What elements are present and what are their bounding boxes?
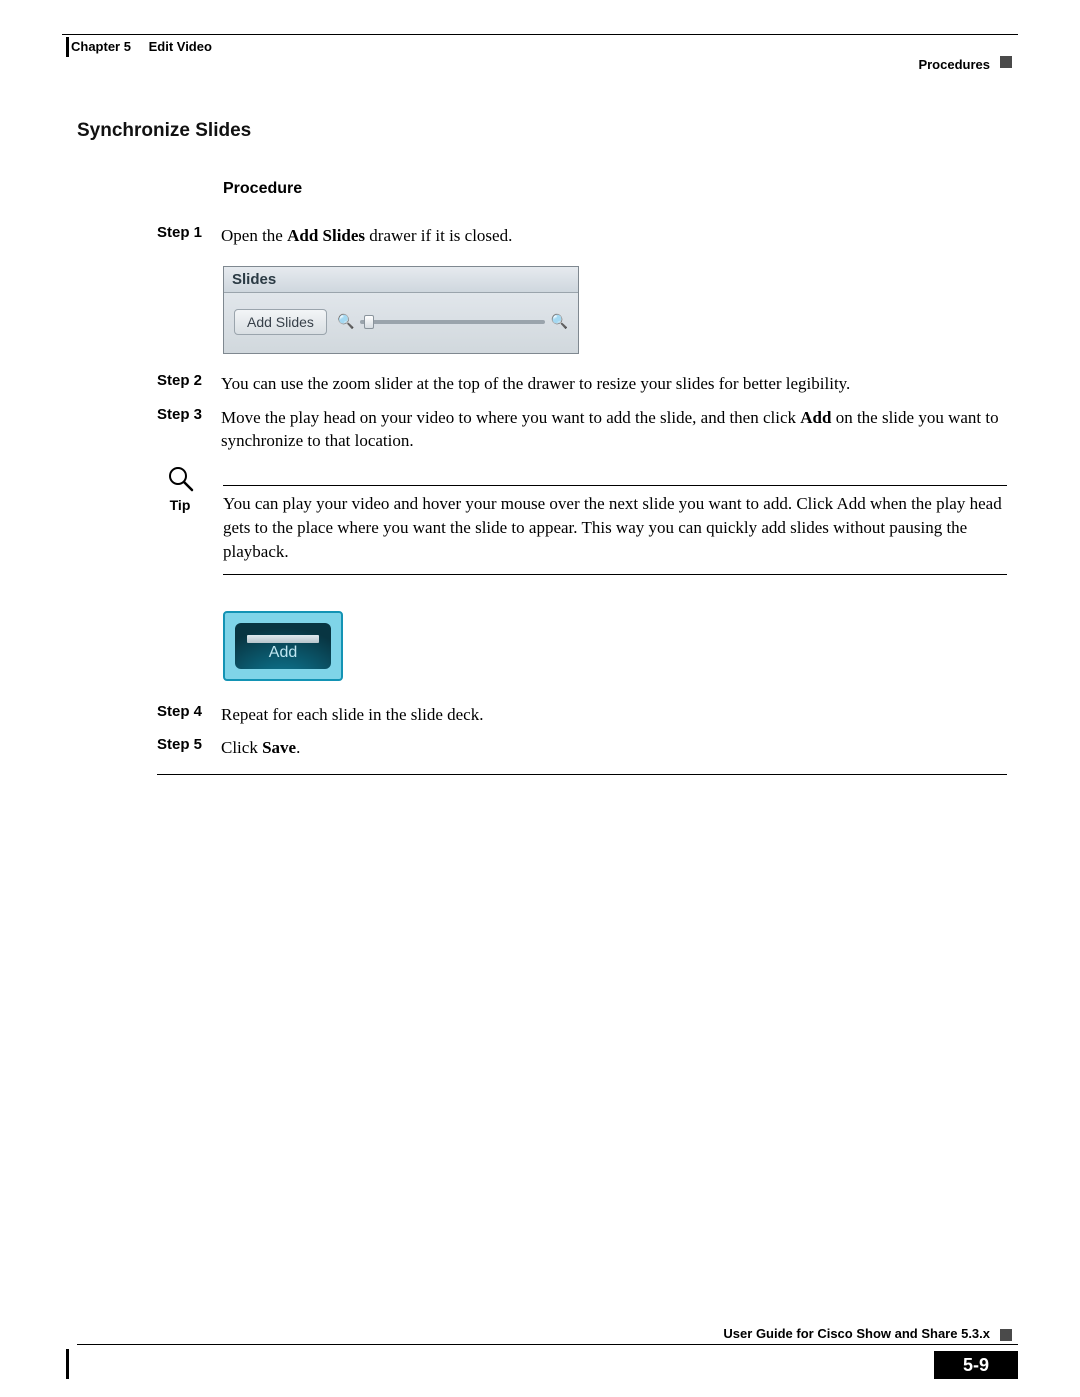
step-text: Click Save.	[221, 736, 1007, 760]
end-procedure-rule	[157, 774, 1007, 775]
footer-left-bar	[66, 1349, 69, 1379]
zoom-out-icon: 🔍	[337, 313, 354, 330]
add-button-label: Add	[269, 644, 297, 662]
step-label: Step 4	[157, 703, 221, 720]
step-4: Step 4 Repeat for each slide in the slid…	[157, 703, 1007, 727]
header-square-icon	[1000, 56, 1012, 68]
header-right-label: Procedures	[918, 57, 990, 72]
slider-thumb[interactable]	[364, 315, 374, 329]
step-label: Step 3	[157, 406, 221, 423]
footer-rule	[77, 1344, 1018, 1345]
tip-text: You can play your video and hover your m…	[223, 492, 1007, 563]
zoom-in-icon: 🔍	[551, 313, 568, 330]
step-text: Repeat for each slide in the slide deck.	[221, 703, 1007, 727]
tip-label: Tip	[157, 497, 203, 513]
step-label: Step 5	[157, 736, 221, 753]
header-left-bar	[66, 37, 69, 57]
page-number: 5-9	[934, 1351, 1018, 1379]
step-text: Move the play head on your video to wher…	[221, 406, 1007, 454]
add-slides-button[interactable]: Add Slides	[234, 309, 327, 335]
procedure-heading: Procedure	[223, 180, 1007, 198]
section-title: Synchronize Slides	[77, 120, 1007, 142]
page-header: Chapter 5 Edit Video Procedures	[62, 34, 1018, 68]
slider-track[interactable]	[360, 320, 544, 324]
step-text: You can use the zoom slider at the top o…	[221, 372, 1007, 396]
add-slide-thumbnail-figure: Add	[223, 611, 343, 681]
zoom-slider[interactable]: 🔍 🔍	[337, 313, 568, 330]
step-5: Step 5 Click Save.	[157, 736, 1007, 760]
slides-tab: Slides	[224, 267, 578, 293]
footer-guide-title: User Guide for Cisco Show and Share 5.3.…	[723, 1326, 990, 1341]
tip-icon	[165, 463, 195, 493]
step-label: Step 2	[157, 372, 221, 389]
step-text: Open the Add Slides drawer if it is clos…	[221, 224, 1007, 248]
footer-square-icon	[1000, 1329, 1012, 1341]
step-label: Step 1	[157, 224, 221, 241]
tip-block: Tip You can play your video and hover yo…	[157, 463, 1007, 574]
slides-drawer-figure: Slides Add Slides 🔍 🔍	[223, 266, 1007, 354]
step-3: Step 3 Move the play head on your video …	[157, 406, 1007, 454]
chapter-title: Edit Video	[149, 39, 212, 54]
step-1: Step 1 Open the Add Slides drawer if it …	[157, 224, 1007, 248]
step-2: Step 2 You can use the zoom slider at th…	[157, 372, 1007, 396]
chapter-number: Chapter 5	[71, 39, 131, 54]
